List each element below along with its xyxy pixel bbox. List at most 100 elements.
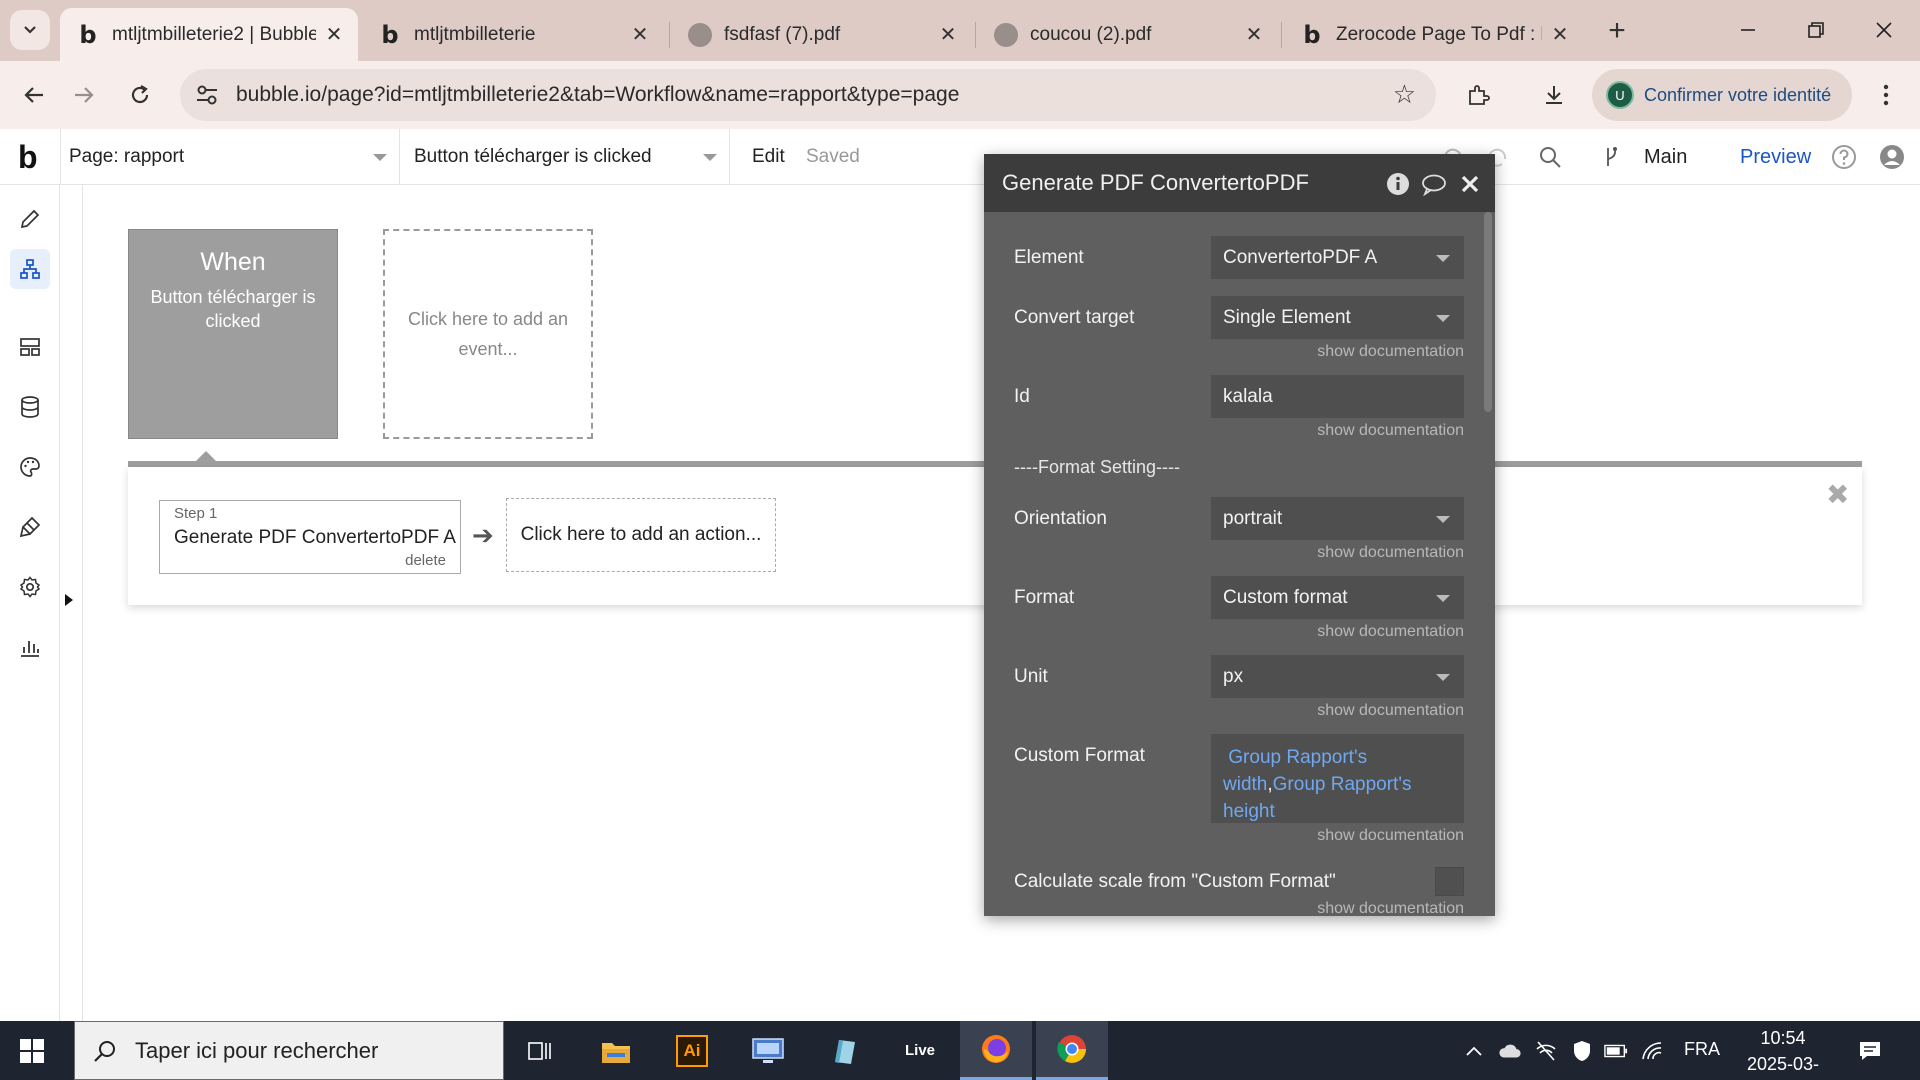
task-view-button[interactable] <box>504 1021 576 1080</box>
calculate-scale-checkbox[interactable] <box>1435 867 1464 896</box>
illustrator-button[interactable]: Ai <box>656 1021 728 1080</box>
close-icon[interactable]: ✕ <box>630 22 650 47</box>
notes-button[interactable] <box>808 1021 880 1080</box>
branch-selector[interactable]: Main <box>1644 146 1687 169</box>
event-selector[interactable]: Button télécharger is clicked <box>400 129 730 185</box>
custom-format-label: Custom Format <box>1014 745 1145 766</box>
search-button[interactable] <box>1534 141 1566 173</box>
taskbar-clock[interactable]: 10:54 2025-03-06 <box>1738 1025 1828 1080</box>
cloud-icon[interactable] <box>1498 1039 1522 1063</box>
event-card[interactable]: When Button télécharger is clicked <box>128 229 338 439</box>
account-button[interactable] <box>1876 141 1908 173</box>
remote-desktop-button[interactable] <box>732 1021 804 1080</box>
element-dropdown[interactable]: ConvertertoPDF A <box>1211 236 1464 279</box>
network-offline-icon[interactable] <box>1534 1039 1558 1063</box>
property-editor-scrollbar[interactable] <box>1484 212 1492 412</box>
tab-mtljtmbilleterie[interactable]: b mtljtmbilleterie ✕ <box>362 8 664 61</box>
firefox-button[interactable] <box>960 1021 1032 1080</box>
taskbar-search-box[interactable]: Taper ici pour rechercher <box>74 1021 504 1080</box>
notification-center-button[interactable] <box>1858 1039 1882 1063</box>
tab-zerocode[interactable]: b Zerocode Page To Pdf : h ✕ <box>1284 8 1584 61</box>
reload-icon <box>131 85 149 104</box>
input-language-indicator[interactable]: FRA <box>1684 1039 1720 1060</box>
page-selector[interactable]: Page: rapport <box>60 129 400 185</box>
minimize-button[interactable] <box>1718 10 1778 50</box>
add-event-button[interactable]: Click here to add an event... <box>383 229 593 439</box>
tab-title: fsdfasf (7).pdf <box>724 23 841 45</box>
styles-tab[interactable] <box>14 331 46 363</box>
branch-icon <box>1602 141 1620 173</box>
close-icon[interactable]: ✕ <box>938 22 958 47</box>
close-icon[interactable]: ✕ <box>324 22 344 47</box>
expand-panel-icon[interactable] <box>65 594 73 606</box>
more-vertical-icon <box>1883 84 1889 106</box>
new-tab-button[interactable]: + <box>1600 14 1634 48</box>
wifi-icon[interactable] <box>1640 1039 1664 1063</box>
show-documentation-link[interactable]: show documentation <box>1317 702 1464 720</box>
add-action-button[interactable]: Click here to add an action... <box>506 498 776 572</box>
format-dropdown[interactable]: Custom format <box>1211 576 1464 619</box>
edit-menu[interactable]: Edit <box>752 146 785 168</box>
orientation-dropdown[interactable]: portrait <box>1211 497 1464 540</box>
avatar: U <box>1606 81 1634 109</box>
show-documentation-link[interactable]: show documentation <box>1317 827 1464 845</box>
help-button[interactable] <box>1828 141 1860 173</box>
show-documentation-link[interactable]: show documentation <box>1317 900 1464 916</box>
close-icon[interactable]: ✕ <box>1244 22 1264 47</box>
bookmark-star-icon[interactable]: ☆ <box>1393 79 1416 110</box>
workflow-tab[interactable] <box>10 249 50 289</box>
tab-fsdfasf-pdf[interactable]: fsdfasf (7).pdf ✕ <box>672 8 972 61</box>
close-workflow-button[interactable]: ✖ <box>1826 478 1849 511</box>
show-documentation-link[interactable]: show documentation <box>1317 544 1464 562</box>
extensions-button[interactable] <box>1458 75 1498 115</box>
close-icon[interactable] <box>1456 170 1484 198</box>
unit-dropdown[interactable]: px <box>1211 655 1464 698</box>
restore-button[interactable] <box>1786 10 1846 50</box>
tab-search-button[interactable] <box>10 10 50 50</box>
forward-button[interactable] <box>64 75 104 115</box>
chrome-button[interactable] <box>1036 1021 1108 1080</box>
site-settings-icon[interactable] <box>194 82 220 108</box>
address-bar[interactable]: bubble.io/page?id=mtljtmbilleterie2&tab=… <box>180 69 1436 121</box>
windows-logo-icon <box>33 1039 44 1050</box>
tab-coucou-pdf[interactable]: coucou (2).pdf ✕ <box>978 8 1278 61</box>
id-input[interactable]: kalala <box>1211 375 1464 418</box>
tab-separator <box>975 22 976 48</box>
show-documentation-link[interactable]: show documentation <box>1317 422 1464 440</box>
tab-bubble-editor[interactable]: b mtljtmbilleterie2 | Bubble ✕ <box>60 8 358 61</box>
custom-format-expression-input[interactable]: Group Rapport's width,Group Rapport's he… <box>1211 734 1464 823</box>
downloads-button[interactable] <box>1534 75 1574 115</box>
reload-button[interactable] <box>120 75 160 115</box>
shield-icon[interactable] <box>1570 1039 1594 1063</box>
preview-button[interactable]: Preview <box>1740 146 1811 169</box>
battery-icon[interactable] <box>1604 1039 1628 1063</box>
settings-tab[interactable] <box>14 571 46 603</box>
styles-palette-tab[interactable] <box>14 451 46 483</box>
tab-title: coucou (2).pdf <box>1030 23 1152 45</box>
chevron-down-icon <box>373 154 387 161</box>
file-explorer-button[interactable] <box>580 1021 652 1080</box>
delete-step-link[interactable]: delete <box>405 552 446 569</box>
back-button[interactable] <box>14 75 54 115</box>
bubble-logo[interactable]: b <box>18 139 38 176</box>
convert-target-dropdown[interactable]: Single Element <box>1211 296 1464 339</box>
logs-tab[interactable] <box>14 631 46 663</box>
plugins-tab[interactable] <box>14 511 46 543</box>
live-app-button[interactable]: Live <box>884 1021 956 1080</box>
identity-button[interactable]: U Confirmer votre identité <box>1592 69 1852 121</box>
chevron-up-icon[interactable] <box>1462 1039 1486 1063</box>
windows-start-button[interactable] <box>20 1039 44 1063</box>
show-documentation-link[interactable]: show documentation <box>1317 623 1464 641</box>
info-icon[interactable] <box>1384 170 1412 198</box>
unit-value: px <box>1223 665 1244 687</box>
bubble-top-bar: b Page: rapport Button télécharger is cl… <box>0 129 1920 185</box>
comment-icon[interactable] <box>1420 170 1448 198</box>
show-documentation-link[interactable]: show documentation <box>1317 343 1464 361</box>
close-window-button[interactable] <box>1854 10 1914 50</box>
close-icon[interactable]: ✕ <box>1550 22 1570 47</box>
design-tab[interactable] <box>14 203 46 235</box>
browser-menu-button[interactable] <box>1866 75 1906 115</box>
data-tab[interactable] <box>14 391 46 423</box>
event-selector-value: Button télécharger is clicked <box>414 146 652 167</box>
action-step-card[interactable]: Step 1 Generate PDF ConvertertoPDF A del… <box>159 500 461 574</box>
